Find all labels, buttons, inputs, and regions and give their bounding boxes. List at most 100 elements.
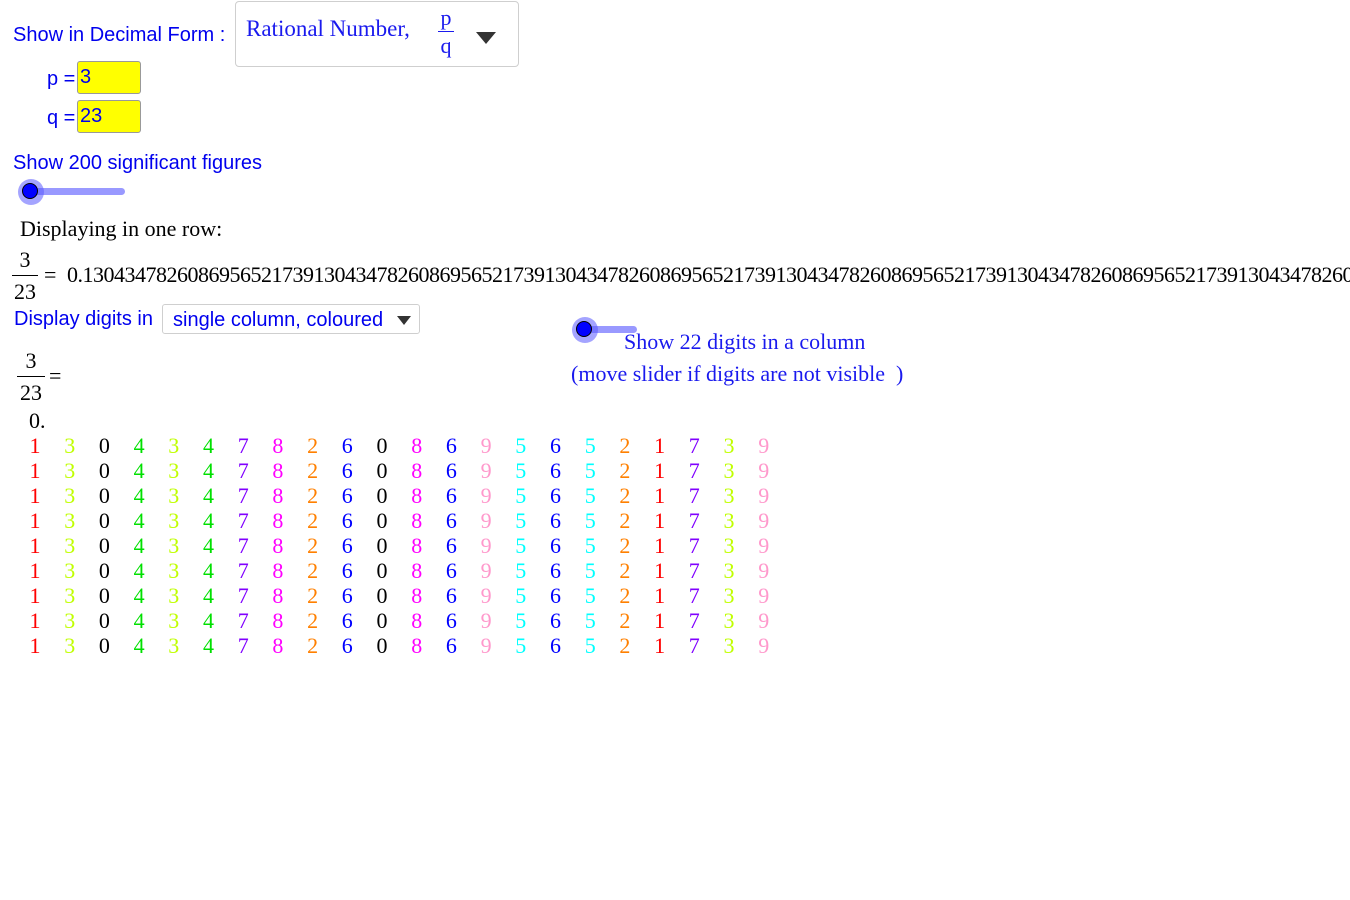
digit-3: 3 bbox=[168, 458, 180, 483]
digit-9: 9 bbox=[758, 608, 770, 633]
digit-3: 3 bbox=[723, 533, 735, 558]
digit-6: 6 bbox=[550, 458, 561, 483]
digit-3: 3 bbox=[64, 583, 76, 608]
fraction-numerator: p bbox=[440, 5, 452, 30]
digit-6: 6 bbox=[341, 608, 353, 633]
digit-1: 1 bbox=[654, 483, 666, 508]
sig-figs-slider[interactable] bbox=[18, 179, 128, 205]
digit-0: 0 bbox=[98, 483, 110, 508]
digit-6: 6 bbox=[550, 533, 561, 558]
digit-3: 3 bbox=[723, 583, 735, 608]
number-type-dropdown[interactable]: Rational Number, p q bbox=[235, 1, 519, 67]
digit-4: 4 bbox=[133, 608, 145, 633]
digit-9: 9 bbox=[480, 583, 492, 608]
digit-1: 1 bbox=[654, 533, 666, 558]
slider-handle[interactable] bbox=[572, 317, 598, 343]
digit-3: 3 bbox=[723, 608, 735, 633]
digit-6: 6 bbox=[550, 583, 561, 608]
equals-sign: = bbox=[49, 363, 62, 388]
fraction-denominator: q bbox=[440, 33, 452, 58]
digit-9: 9 bbox=[758, 558, 770, 583]
digit-8: 8 bbox=[272, 633, 284, 658]
display-digits-dropdown[interactable]: single column, coloured bbox=[162, 304, 420, 334]
equals-sign: = bbox=[44, 262, 57, 287]
digit-6: 6 bbox=[341, 508, 353, 533]
digit-9: 9 bbox=[480, 433, 492, 458]
digit-4: 4 bbox=[133, 533, 145, 558]
digit-8: 8 bbox=[272, 558, 284, 583]
digit-9: 9 bbox=[480, 608, 492, 633]
digit-3: 3 bbox=[64, 533, 76, 558]
digit-3: 3 bbox=[168, 508, 180, 533]
q-label: q = bbox=[47, 107, 76, 129]
digit-6: 6 bbox=[341, 458, 353, 483]
digit-7: 7 bbox=[237, 608, 249, 633]
digit-7: 7 bbox=[688, 558, 700, 583]
digit-1: 1 bbox=[654, 583, 666, 608]
digit-9: 9 bbox=[758, 533, 770, 558]
digit-1: 1 bbox=[29, 433, 41, 458]
dropdown-selected-label: single column, coloured bbox=[173, 309, 384, 331]
digit-9: 9 bbox=[758, 508, 770, 533]
digit-3: 3 bbox=[64, 558, 76, 583]
p-input[interactable]: 3 bbox=[77, 61, 141, 94]
digit-8: 8 bbox=[272, 433, 284, 458]
digit-7: 7 bbox=[688, 433, 700, 458]
digit-4: 4 bbox=[203, 433, 214, 458]
digit-8: 8 bbox=[411, 533, 423, 558]
digit-9: 9 bbox=[480, 558, 492, 583]
digit-4: 4 bbox=[203, 583, 214, 608]
digit-0: 0 bbox=[98, 458, 110, 483]
fraction-bar bbox=[438, 31, 454, 32]
digit-0: 0 bbox=[376, 483, 388, 508]
digit-6: 6 bbox=[445, 608, 457, 633]
digit-0: 0 bbox=[98, 433, 110, 458]
denominator: 23 bbox=[14, 279, 36, 304]
digit-0: 0 bbox=[376, 533, 388, 558]
digit-2: 2 bbox=[619, 508, 631, 533]
digit-7: 7 bbox=[688, 483, 700, 508]
digit-3: 3 bbox=[168, 633, 180, 658]
slider-handle[interactable] bbox=[18, 179, 44, 205]
column-slider-label: Show 22 digits in a column bbox=[624, 329, 866, 354]
digit-2: 2 bbox=[307, 483, 319, 508]
digit-2: 2 bbox=[619, 558, 631, 583]
digit-7: 7 bbox=[688, 508, 700, 533]
digit-7: 7 bbox=[688, 608, 700, 633]
digit-4: 4 bbox=[203, 533, 214, 558]
digit-8: 8 bbox=[411, 558, 423, 583]
digit-6: 6 bbox=[550, 633, 561, 658]
digit-7: 7 bbox=[237, 508, 249, 533]
digit-6: 6 bbox=[445, 633, 457, 658]
digit-9: 9 bbox=[480, 508, 492, 533]
digit-9: 9 bbox=[480, 458, 492, 483]
digit-6: 6 bbox=[445, 458, 457, 483]
decimal-one-row: 0.13043478260869565217391304347826086956… bbox=[67, 262, 1350, 287]
digit-5: 5 bbox=[515, 583, 527, 608]
digit-3: 3 bbox=[723, 558, 735, 583]
digit-2: 2 bbox=[307, 558, 319, 583]
digit-1: 1 bbox=[29, 558, 41, 583]
digit-1: 1 bbox=[29, 458, 41, 483]
digit-6: 6 bbox=[445, 558, 457, 583]
numerator: 3 bbox=[25, 348, 37, 373]
column-slider-hint: (move slider if digits are not visible ) bbox=[571, 361, 904, 386]
digit-6: 6 bbox=[445, 533, 457, 558]
digit-9: 9 bbox=[758, 583, 770, 608]
digit-0: 0 bbox=[98, 533, 110, 558]
denominator: 23 bbox=[20, 380, 42, 405]
digit-6: 6 bbox=[341, 533, 353, 558]
digit-7: 7 bbox=[237, 458, 249, 483]
digit-7: 7 bbox=[237, 558, 249, 583]
digit-3: 3 bbox=[64, 433, 76, 458]
digit-8: 8 bbox=[272, 583, 284, 608]
digit-7: 7 bbox=[688, 458, 700, 483]
digit-3: 3 bbox=[64, 508, 76, 533]
digit-3: 3 bbox=[64, 458, 76, 483]
digit-5: 5 bbox=[515, 458, 527, 483]
digit-1: 1 bbox=[29, 608, 41, 633]
digit-2: 2 bbox=[307, 533, 319, 558]
digit-3: 3 bbox=[64, 608, 76, 633]
q-input[interactable]: 23 bbox=[77, 100, 141, 133]
digit-5: 5 bbox=[584, 433, 596, 458]
